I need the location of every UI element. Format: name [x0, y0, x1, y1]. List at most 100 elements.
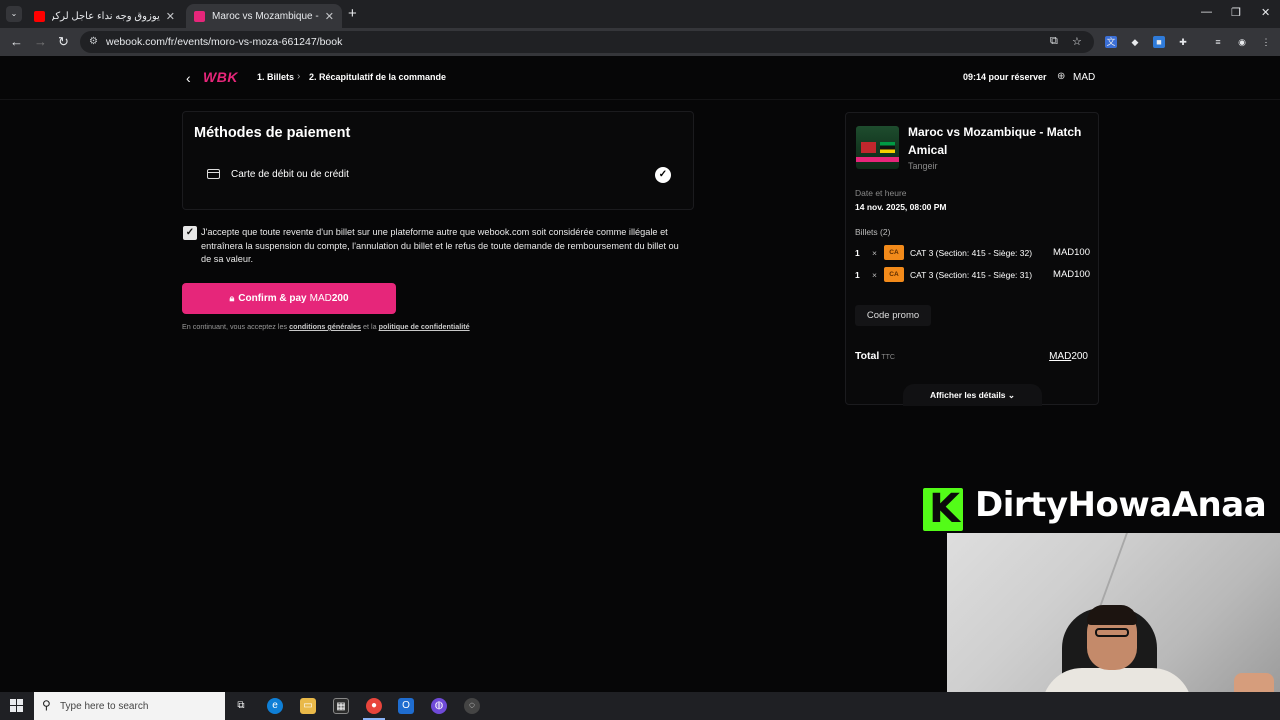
- search-placeholder: Type here to search: [60, 701, 149, 712]
- youtube-icon: [34, 10, 45, 22]
- terms-checkbox[interactable]: ✓: [183, 226, 197, 240]
- morocco-flag-icon: [861, 142, 876, 153]
- kick-logo-icon: [923, 486, 963, 532]
- event-title: Maroc vs Mozambique - Match Amical: [908, 125, 1082, 157]
- card-payment-option[interactable]: Carte de débit ou de crédit: [231, 169, 349, 180]
- reservation-timer: 09:14 pour réserver: [963, 72, 1047, 82]
- ticket-price: MAD100: [1053, 269, 1090, 280]
- pay-amount: MAD200: [309, 293, 349, 304]
- legal-notice: En continuant, vous acceptez les conditi…: [182, 322, 470, 331]
- restore-icon[interactable]: ❐: [1231, 6, 1241, 19]
- step-tickets[interactable]: 1. Billets: [257, 72, 294, 82]
- outlook-icon[interactable]: O: [398, 698, 414, 714]
- privacy-link[interactable]: politique de confidentialité: [379, 322, 470, 331]
- extensions-puzzle-icon[interactable]: ✚: [1177, 36, 1189, 48]
- tickets-label: Billets (2): [855, 227, 891, 237]
- ticket-price: MAD100: [1053, 247, 1090, 258]
- taskbar-search-box[interactable]: ⚲ Type here to search: [34, 692, 225, 720]
- terms-text: J'accepte que toute revente d'un billet …: [201, 227, 679, 264]
- chevron-down-icon: ⌄: [1007, 390, 1016, 400]
- minimize-icon[interactable]: —: [1201, 6, 1212, 18]
- header-divider: [0, 99, 1280, 100]
- event-thumbnail: [856, 126, 899, 169]
- multiply-icon: ×: [872, 248, 877, 258]
- ticket-category-badge: CA: [884, 267, 904, 282]
- multiply-icon: ×: [872, 270, 877, 280]
- ticket-qty: 1: [855, 270, 860, 280]
- site-info-icon[interactable]: ⚙: [89, 36, 98, 47]
- webook-logo[interactable]: WBK: [203, 69, 238, 85]
- ticket-description: CAT 3 (Section: 415 - Siège: 31): [910, 270, 1033, 280]
- webcam-person-hair: [1087, 605, 1137, 625]
- extension-diamond-icon[interactable]: ◆: [1129, 36, 1141, 48]
- browser-tab-bar: ⌄ يوزوق وجه نداء عاجل لركراكي وثاً ✕ Mar…: [0, 0, 1280, 28]
- windows-start-icon[interactable]: [10, 699, 24, 713]
- emote-image: [1234, 673, 1274, 692]
- task-view-icon[interactable]: ⧉: [233, 698, 249, 714]
- profile-icon[interactable]: ◉: [1236, 36, 1248, 48]
- back-icon[interactable]: ←: [10, 34, 23, 49]
- chevron-right-icon: ›: [297, 71, 301, 82]
- app-icon[interactable]: ◍: [431, 698, 447, 714]
- reload-icon[interactable]: ↻: [58, 34, 69, 50]
- credit-card-icon: [207, 169, 220, 179]
- tab-title: يوزوق وجه نداء عاجل لركراكي وثاً: [52, 10, 160, 22]
- extension-blue-icon[interactable]: ■: [1153, 36, 1165, 48]
- globe-icon[interactable]: ⊕: [1057, 71, 1065, 82]
- store-icon[interactable]: ▦: [333, 698, 349, 714]
- menu-icon[interactable]: ⋮: [1260, 36, 1272, 48]
- search-icon: ⚲: [42, 698, 51, 712]
- url-text[interactable]: webook.com/fr/events/moro-vs-moza-661247…: [106, 36, 342, 48]
- cast-icon[interactable]: ⧉: [1050, 35, 1058, 48]
- reading-list-icon[interactable]: ≡: [1212, 36, 1224, 48]
- browser-tab-webook[interactable]: Maroc vs Mozambique - Match ✕: [186, 4, 342, 28]
- payment-methods-card: Méthodes de paiement Carte de débit ou d…: [182, 111, 694, 210]
- legal-prefix: En continuant, vous acceptez les: [182, 322, 288, 331]
- close-tab-icon[interactable]: ✕: [166, 10, 175, 23]
- pay-label: Confirm & pay: [238, 293, 307, 304]
- ticket-row: 1 × CA CAT 3 (Section: 415 - Siège: 32) …: [855, 245, 1090, 261]
- bookmark-star-icon[interactable]: ☆: [1072, 35, 1082, 48]
- mozambique-flag-icon: [880, 142, 895, 153]
- webcam-person-glasses: [1095, 628, 1129, 637]
- order-summary-card: Maroc vs Mozambique - Match Amical Tange…: [845, 112, 1099, 406]
- close-window-icon[interactable]: ✕: [1261, 6, 1270, 19]
- webook-icon: [194, 10, 205, 22]
- close-tab-icon[interactable]: ✕: [325, 10, 334, 23]
- date-value: 14 nov. 2025, 08:00 PM: [855, 202, 947, 212]
- ticket-category-badge: CA: [884, 245, 904, 260]
- chrome-icon[interactable]: ●: [366, 698, 382, 714]
- file-explorer-icon[interactable]: ▭: [300, 698, 316, 714]
- thumbnail-stripe: [856, 157, 899, 162]
- new-tab-icon[interactable]: +: [348, 5, 357, 22]
- event-city: Tangeir: [908, 161, 938, 171]
- total-value: MAD200: [1049, 351, 1088, 362]
- show-details-button[interactable]: Afficher les détails ⌄: [903, 384, 1042, 406]
- promo-code-button[interactable]: Code promo: [855, 305, 931, 326]
- edge-icon[interactable]: e: [267, 698, 283, 714]
- step-order-summary: 2. Récapitulatif de la commande: [309, 72, 447, 82]
- ticket-qty: 1: [855, 248, 860, 258]
- ticket-row: 1 × CA CAT 3 (Section: 415 - Siège: 31) …: [855, 267, 1090, 283]
- currency-selector[interactable]: MAD: [1073, 72, 1095, 83]
- back-chevron-icon[interactable]: ‹: [186, 70, 191, 86]
- forward-icon[interactable]: →: [34, 34, 47, 49]
- ticket-description: CAT 3 (Section: 415 - Siège: 32): [910, 248, 1033, 258]
- address-bar[interactable]: ⚙ webook.com/fr/events/moro-vs-moza-6612…: [80, 31, 1094, 53]
- legal-and: et la: [363, 322, 377, 331]
- tab-title: Maroc vs Mozambique - Match: [212, 10, 319, 22]
- lock-icon: 🔒︎: [229, 293, 235, 303]
- selected-check-icon[interactable]: ✓: [655, 167, 671, 183]
- browser-tab-youtube[interactable]: يوزوق وجه نداء عاجل لركراكي وثاً ✕: [26, 4, 183, 28]
- translate-extension-icon[interactable]: 文: [1105, 36, 1117, 48]
- tab-search-icon[interactable]: ⌄: [6, 6, 22, 22]
- confirm-pay-button[interactable]: 🔒︎ Confirm & pay MAD200: [182, 283, 396, 314]
- browser-toolbar: ← → ↻ ⚙ webook.com/fr/events/moro-vs-moz…: [0, 28, 1280, 56]
- payment-methods-title: Méthodes de paiement: [194, 125, 351, 141]
- total-label: Total TTC: [855, 350, 895, 362]
- webcam-feed: I2: [947, 533, 1280, 692]
- obs-icon[interactable]: ◌: [464, 698, 480, 714]
- date-label: Date et heure: [855, 188, 907, 198]
- windows-taskbar: ⚲ Type here to search ⧉ e ▭ ▦ ● O ◍ ◌: [0, 692, 1280, 720]
- terms-link[interactable]: conditions générales: [289, 322, 361, 331]
